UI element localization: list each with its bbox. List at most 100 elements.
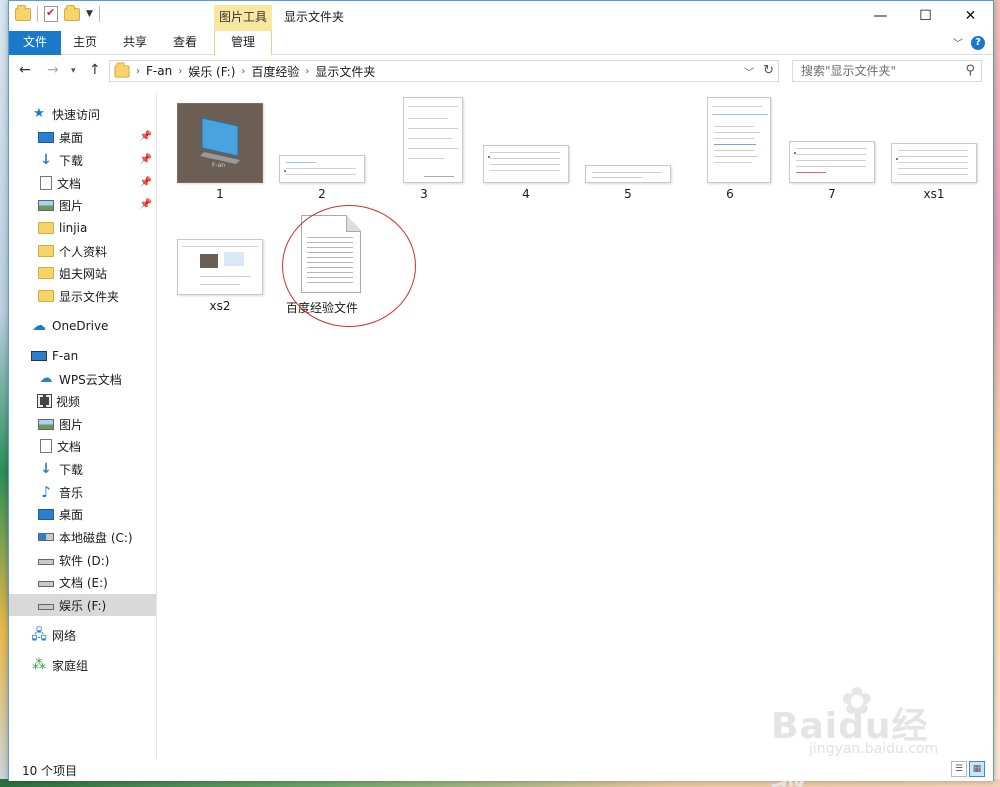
sidebar-item-label: linjia — [59, 221, 88, 235]
sidebar-item-personal[interactable]: 个人资料 — [9, 240, 156, 262]
folder-icon — [38, 222, 54, 234]
file-item[interactable]: 3 — [373, 93, 475, 203]
file-item[interactable]: 6 — [679, 93, 781, 203]
window-title: 显示文件夹 — [284, 10, 345, 24]
back-arrow-icon[interactable]: ← — [19, 62, 31, 78]
file-name: 7 — [828, 187, 836, 201]
file-name: 1 — [216, 187, 224, 201]
recent-locations-chevron-icon[interactable]: ▾ — [71, 66, 76, 76]
breadcrumb-folder[interactable]: 百度经验 — [251, 63, 299, 80]
ribbon-controls: ﹀ ? — [953, 35, 985, 50]
breadcrumb-separator-icon[interactable]: › — [136, 66, 140, 77]
thumbnail-caption: F-an — [212, 162, 226, 169]
details-view-icon[interactable]: ☰ — [951, 761, 967, 777]
image-thumbnail — [585, 165, 671, 183]
computer-thumbnail-icon — [178, 104, 262, 182]
sidebar-item-homegroup[interactable]: ⁂ 家庭组 — [9, 654, 156, 676]
sidebar-item-label: 视频 — [56, 394, 81, 409]
up-arrow-icon[interactable]: ↑ — [89, 62, 101, 78]
sidebar-item-downloads-pc[interactable]: ↓ 下载 — [9, 458, 156, 480]
pin-icon[interactable]: 📌 — [140, 199, 152, 210]
sidebar-item-drive-e[interactable]: 文档 (E:) — [9, 571, 156, 593]
caption-buttons: — ☐ ✕ — [858, 1, 993, 31]
expand-ribbon-chevron-icon[interactable]: ﹀ — [953, 35, 963, 50]
address-bar[interactable]: › F-an › 娱乐 (F:) › 百度经验 › 显示文件夹 ﹀ ↻ — [109, 60, 779, 82]
network-icon: 🖧 — [31, 627, 47, 643]
file-item[interactable]: F-an 1 — [169, 93, 271, 203]
breadcrumb-separator-icon[interactable]: › — [305, 66, 309, 77]
pin-icon[interactable]: 📌 — [140, 154, 152, 165]
sidebar-item-desktop-pc[interactable]: 桌面 — [9, 503, 156, 525]
pin-icon[interactable]: 📌 — [140, 131, 152, 142]
desktop-icon — [38, 131, 54, 143]
mini-image-icon — [200, 254, 218, 268]
folder-icon — [114, 61, 130, 78]
breadcrumb-separator-icon[interactable]: › — [241, 66, 245, 77]
image-thumbnail — [891, 143, 977, 183]
file-item[interactable]: 4 — [475, 93, 577, 203]
sidebar-item-label: 软件 (D:) — [59, 553, 110, 568]
breadcrumb-drive[interactable]: 娱乐 (F:) — [188, 63, 235, 80]
properties-icon[interactable] — [44, 6, 58, 22]
close-button[interactable]: ✕ — [948, 1, 993, 31]
computer-icon — [31, 351, 47, 361]
sidebar-item-quick-access[interactable]: ★ 快速访问 — [9, 103, 156, 125]
sidebar-item-website[interactable]: 姐夫网站 — [9, 262, 156, 284]
minimize-button[interactable]: — — [858, 1, 903, 31]
search-input[interactable]: 搜索"显示文件夹" ⚲ — [792, 60, 982, 82]
ribbon-tabs: 文件 主页 共享 查看 管理 ﹀ ? — [9, 31, 993, 55]
large-icons-view-icon[interactable]: ▦ — [969, 761, 985, 777]
download-icon: ↓ — [40, 461, 52, 477]
forward-arrow-icon[interactable]: → — [47, 62, 59, 78]
star-icon: ★ — [33, 106, 45, 121]
sidebar-item-wps[interactable]: ☁ WPS云文档 — [9, 368, 156, 390]
sidebar-item-pictures[interactable]: 图片 📌 — [9, 194, 156, 216]
sidebar-item-drive-f[interactable]: 娱乐 (F:) — [9, 594, 156, 616]
file-name: 3 — [420, 187, 428, 201]
refresh-icon[interactable]: ↻ — [763, 63, 774, 78]
file-item[interactable]: 5 — [577, 93, 679, 203]
sidebar-item-pictures-pc[interactable]: 图片 — [9, 413, 156, 435]
help-icon[interactable]: ? — [971, 35, 985, 50]
breadcrumb-current[interactable]: 显示文件夹 — [315, 63, 375, 80]
file-item[interactable]: xs2 — [169, 205, 271, 315]
sidebar-item-this-pc[interactable]: F-an — [9, 345, 156, 367]
breadcrumb-separator-icon[interactable]: › — [178, 66, 182, 77]
file-item[interactable]: 2 — [271, 93, 373, 203]
tab-manage[interactable]: 管理 — [214, 31, 272, 55]
tab-home[interactable]: 主页 — [69, 31, 101, 55]
maximize-button[interactable]: ☐ — [903, 1, 948, 31]
sidebar-item-onedrive[interactable]: ☁ OneDrive — [9, 315, 156, 337]
search-icon[interactable]: ⚲ — [965, 61, 975, 81]
sidebar-item-linjia[interactable]: linjia — [9, 217, 156, 239]
pin-icon[interactable]: 📌 — [140, 177, 152, 188]
tab-file[interactable]: 文件 — [9, 31, 61, 55]
address-dropdown-chevron-icon[interactable]: ﹀ — [744, 64, 754, 79]
toolbar-separator — [98, 6, 100, 22]
file-name: 2 — [318, 187, 326, 201]
sidebar-item-label: 个人资料 — [59, 244, 108, 259]
breadcrumb-pc[interactable]: F-an — [146, 64, 172, 78]
sidebar-item-label: 下载 — [59, 153, 84, 168]
sidebar-item-drive-c[interactable]: 本地磁盘 (C:) — [9, 526, 156, 548]
sidebar-item-show-folder[interactable]: 显示文件夹 — [9, 285, 156, 307]
document-icon — [40, 176, 52, 190]
sidebar-item-downloads[interactable]: ↓ 下载 📌 — [9, 149, 156, 171]
sidebar-item-drive-d[interactable]: 软件 (D:) — [9, 549, 156, 571]
sidebar-item-documents[interactable]: 文档 📌 — [9, 172, 156, 194]
sidebar-item-videos[interactable]: 视频 — [9, 390, 156, 412]
new-folder-icon[interactable] — [64, 4, 80, 21]
sidebar-item-desktop[interactable]: 桌面 📌 — [9, 126, 156, 148]
file-item[interactable]: 7 — [781, 93, 883, 203]
sidebar-item-network[interactable]: 🖧 网络 — [9, 624, 156, 646]
sidebar-item-documents-pc[interactable]: 文档 — [9, 435, 156, 457]
sidebar-item-label: 文档 — [57, 439, 82, 454]
customize-toolbar-chevron-icon[interactable]: ▼ — [86, 9, 93, 19]
image-thumbnail — [483, 145, 569, 183]
tab-view[interactable]: 查看 — [169, 31, 201, 55]
sidebar-item-music[interactable]: ♪ 音乐 — [9, 481, 156, 503]
file-item[interactable]: xs1 — [883, 93, 985, 203]
tab-share[interactable]: 共享 — [119, 31, 151, 55]
system-drive-icon — [38, 533, 54, 541]
image-thumbnail: F-an — [177, 103, 263, 183]
